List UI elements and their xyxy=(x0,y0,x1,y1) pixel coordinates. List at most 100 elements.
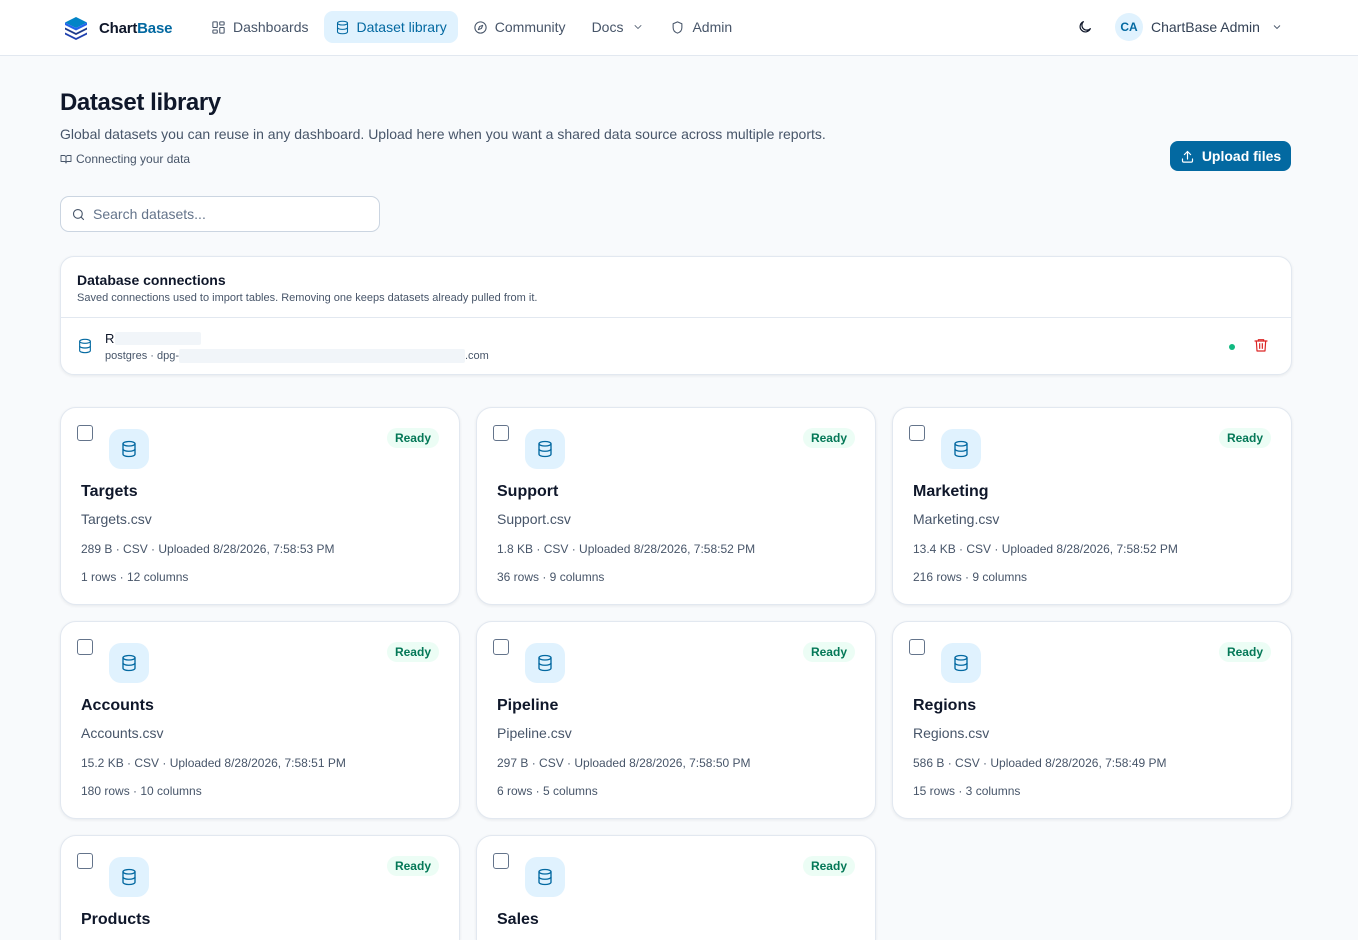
dataset-dimensions: 15 rows · 3 columns xyxy=(913,784,1021,798)
page-description: Global datasets you can reuse in any das… xyxy=(60,126,826,142)
brand-name: ChartBase xyxy=(99,19,173,37)
nav-dataset-library[interactable]: Dataset library xyxy=(323,11,458,43)
redacted-text xyxy=(115,332,202,345)
database-icon xyxy=(109,857,149,897)
dataset-info: 13.4 KB · CSV · Uploaded 8/28/2026, 7:58… xyxy=(913,542,1178,556)
dataset-card[interactable]: Ready Pipeline Pipeline.csv 297 B · CSV … xyxy=(476,621,876,819)
dataset-dimensions: 216 rows · 9 columns xyxy=(913,570,1028,584)
dataset-name: Accounts xyxy=(81,697,154,714)
connection-status-dot xyxy=(1229,344,1235,350)
database-icon xyxy=(525,643,565,683)
dataset-filename: Support.csv xyxy=(497,511,571,527)
search-icon xyxy=(72,208,85,221)
connections-title: Database connections xyxy=(77,272,226,288)
nav-dashboards[interactable]: Dashboards xyxy=(200,11,320,43)
dataset-info: 586 B · CSV · Uploaded 8/28/2026, 7:58:4… xyxy=(913,756,1167,770)
select-checkbox[interactable] xyxy=(77,425,93,441)
database-icon xyxy=(77,338,93,354)
dataset-info: 1.8 KB · CSV · Uploaded 8/28/2026, 7:58:… xyxy=(497,542,756,556)
upload-files-label: Upload files xyxy=(1201,148,1282,164)
status-badge: Ready xyxy=(802,642,855,662)
chevron-down-icon xyxy=(635,25,642,29)
dataset-info: 15.2 KB · CSV · Uploaded 8/28/2026, 7:58… xyxy=(81,756,346,770)
connection-host: postgres · dpg- .com xyxy=(105,349,489,363)
dataset-info: 297 B · CSV · Uploaded 8/28/2026, 7:58:5… xyxy=(497,756,751,770)
nav-community-label: Community xyxy=(494,19,566,35)
dataset-dimensions: 6 rows · 5 columns xyxy=(497,784,598,798)
dataset-card[interactable]: Ready Targets Targets.csv 289 B · CSV · … xyxy=(60,407,460,605)
dataset-card[interactable]: Ready Sales xyxy=(476,835,876,940)
database-icon xyxy=(525,857,565,897)
nav-community[interactable]: Community xyxy=(462,11,577,43)
select-checkbox[interactable] xyxy=(909,639,925,655)
status-badge: Ready xyxy=(1218,428,1271,448)
top-navigation-bar: ChartBase Dashboards Dataset library Com… xyxy=(0,0,1358,56)
connection-name: R xyxy=(105,331,202,346)
dataset-dimensions: 36 rows · 9 columns xyxy=(497,570,605,584)
dataset-card[interactable]: Ready Products xyxy=(60,835,460,940)
nav-docs-label: Docs xyxy=(591,19,624,35)
status-badge: Ready xyxy=(802,428,855,448)
user-menu[interactable]: CA ChartBase Admin xyxy=(1115,13,1283,41)
status-badge: Ready xyxy=(386,428,439,448)
nav-admin-label: Admin xyxy=(692,19,733,35)
book-open-icon xyxy=(60,155,72,164)
select-checkbox[interactable] xyxy=(909,425,925,441)
page-title: Dataset library xyxy=(60,89,221,116)
redacted-text xyxy=(178,349,465,363)
nav-dashboards-label: Dashboards xyxy=(233,19,309,35)
select-checkbox[interactable] xyxy=(77,639,93,655)
search-input[interactable] xyxy=(61,197,379,231)
select-checkbox[interactable] xyxy=(77,853,93,869)
dataset-filename: Accounts.csv xyxy=(81,725,164,741)
shield-icon xyxy=(673,20,683,34)
database-icon xyxy=(941,643,981,683)
connection-row[interactable]: R postgres · dpg- .com xyxy=(61,318,1291,374)
nav-admin[interactable]: Admin xyxy=(659,11,743,43)
dataset-card[interactable]: Ready Marketing Marketing.csv 13.4 KB · … xyxy=(892,407,1292,605)
trash-icon xyxy=(1254,339,1268,352)
dataset-name: Marketing xyxy=(913,483,989,500)
moon-icon xyxy=(1079,21,1091,33)
brand[interactable]: ChartBase xyxy=(62,14,172,42)
avatar: CA xyxy=(1115,13,1143,41)
nav-docs[interactable]: Docs xyxy=(581,11,656,43)
main-nav: Dashboards Dataset library Community Doc… xyxy=(200,11,743,43)
user-name: ChartBase Admin xyxy=(1151,19,1260,35)
dataset-filename: Targets.csv xyxy=(81,511,152,527)
upload-files-button[interactable]: Upload files xyxy=(1170,141,1291,171)
dataset-name: Pipeline xyxy=(497,697,559,714)
database-icon xyxy=(525,429,565,469)
delete-connection-button[interactable] xyxy=(1253,337,1271,355)
connections-header: Database connections Saved connections u… xyxy=(61,257,1291,318)
dataset-info: 289 B · CSV · Uploaded 8/28/2026, 7:58:5… xyxy=(81,542,335,556)
dataset-filename: Marketing.csv xyxy=(913,511,1000,527)
connections-subtitle: Saved connections used to import tables.… xyxy=(77,292,538,304)
dataset-name: Regions xyxy=(913,697,977,714)
compass-icon xyxy=(474,20,487,34)
database-icon xyxy=(109,643,149,683)
dataset-dimensions: 180 rows · 10 columns xyxy=(81,784,202,798)
dataset-filename: Regions.csv xyxy=(913,725,990,741)
dataset-card[interactable]: Ready Regions Regions.csv 586 B · CSV · … xyxy=(892,621,1292,819)
database-icon xyxy=(941,429,981,469)
dataset-name: Support xyxy=(497,483,559,500)
search-box xyxy=(60,196,380,232)
chevron-down-icon xyxy=(1273,25,1281,30)
upload-icon xyxy=(1181,150,1193,163)
status-badge: Ready xyxy=(386,856,439,876)
status-badge: Ready xyxy=(1218,642,1271,662)
chartbase-logo-icon xyxy=(65,17,87,40)
dataset-card[interactable]: Ready Accounts Accounts.csv 15.2 KB · CS… xyxy=(60,621,460,819)
theme-toggle-button[interactable] xyxy=(1073,15,1097,39)
select-checkbox[interactable] xyxy=(493,639,509,655)
dataset-name: Sales xyxy=(497,911,539,928)
select-checkbox[interactable] xyxy=(493,425,509,441)
docs-link-label: Connecting your data xyxy=(76,152,191,166)
status-badge: Ready xyxy=(802,856,855,876)
database-connections-panel: Database connections Saved connections u… xyxy=(60,256,1292,375)
select-checkbox[interactable] xyxy=(493,853,509,869)
docs-link[interactable]: Connecting your data xyxy=(60,152,190,166)
database-icon xyxy=(109,429,149,469)
dataset-card[interactable]: Ready Support Support.csv 1.8 KB · CSV ·… xyxy=(476,407,876,605)
